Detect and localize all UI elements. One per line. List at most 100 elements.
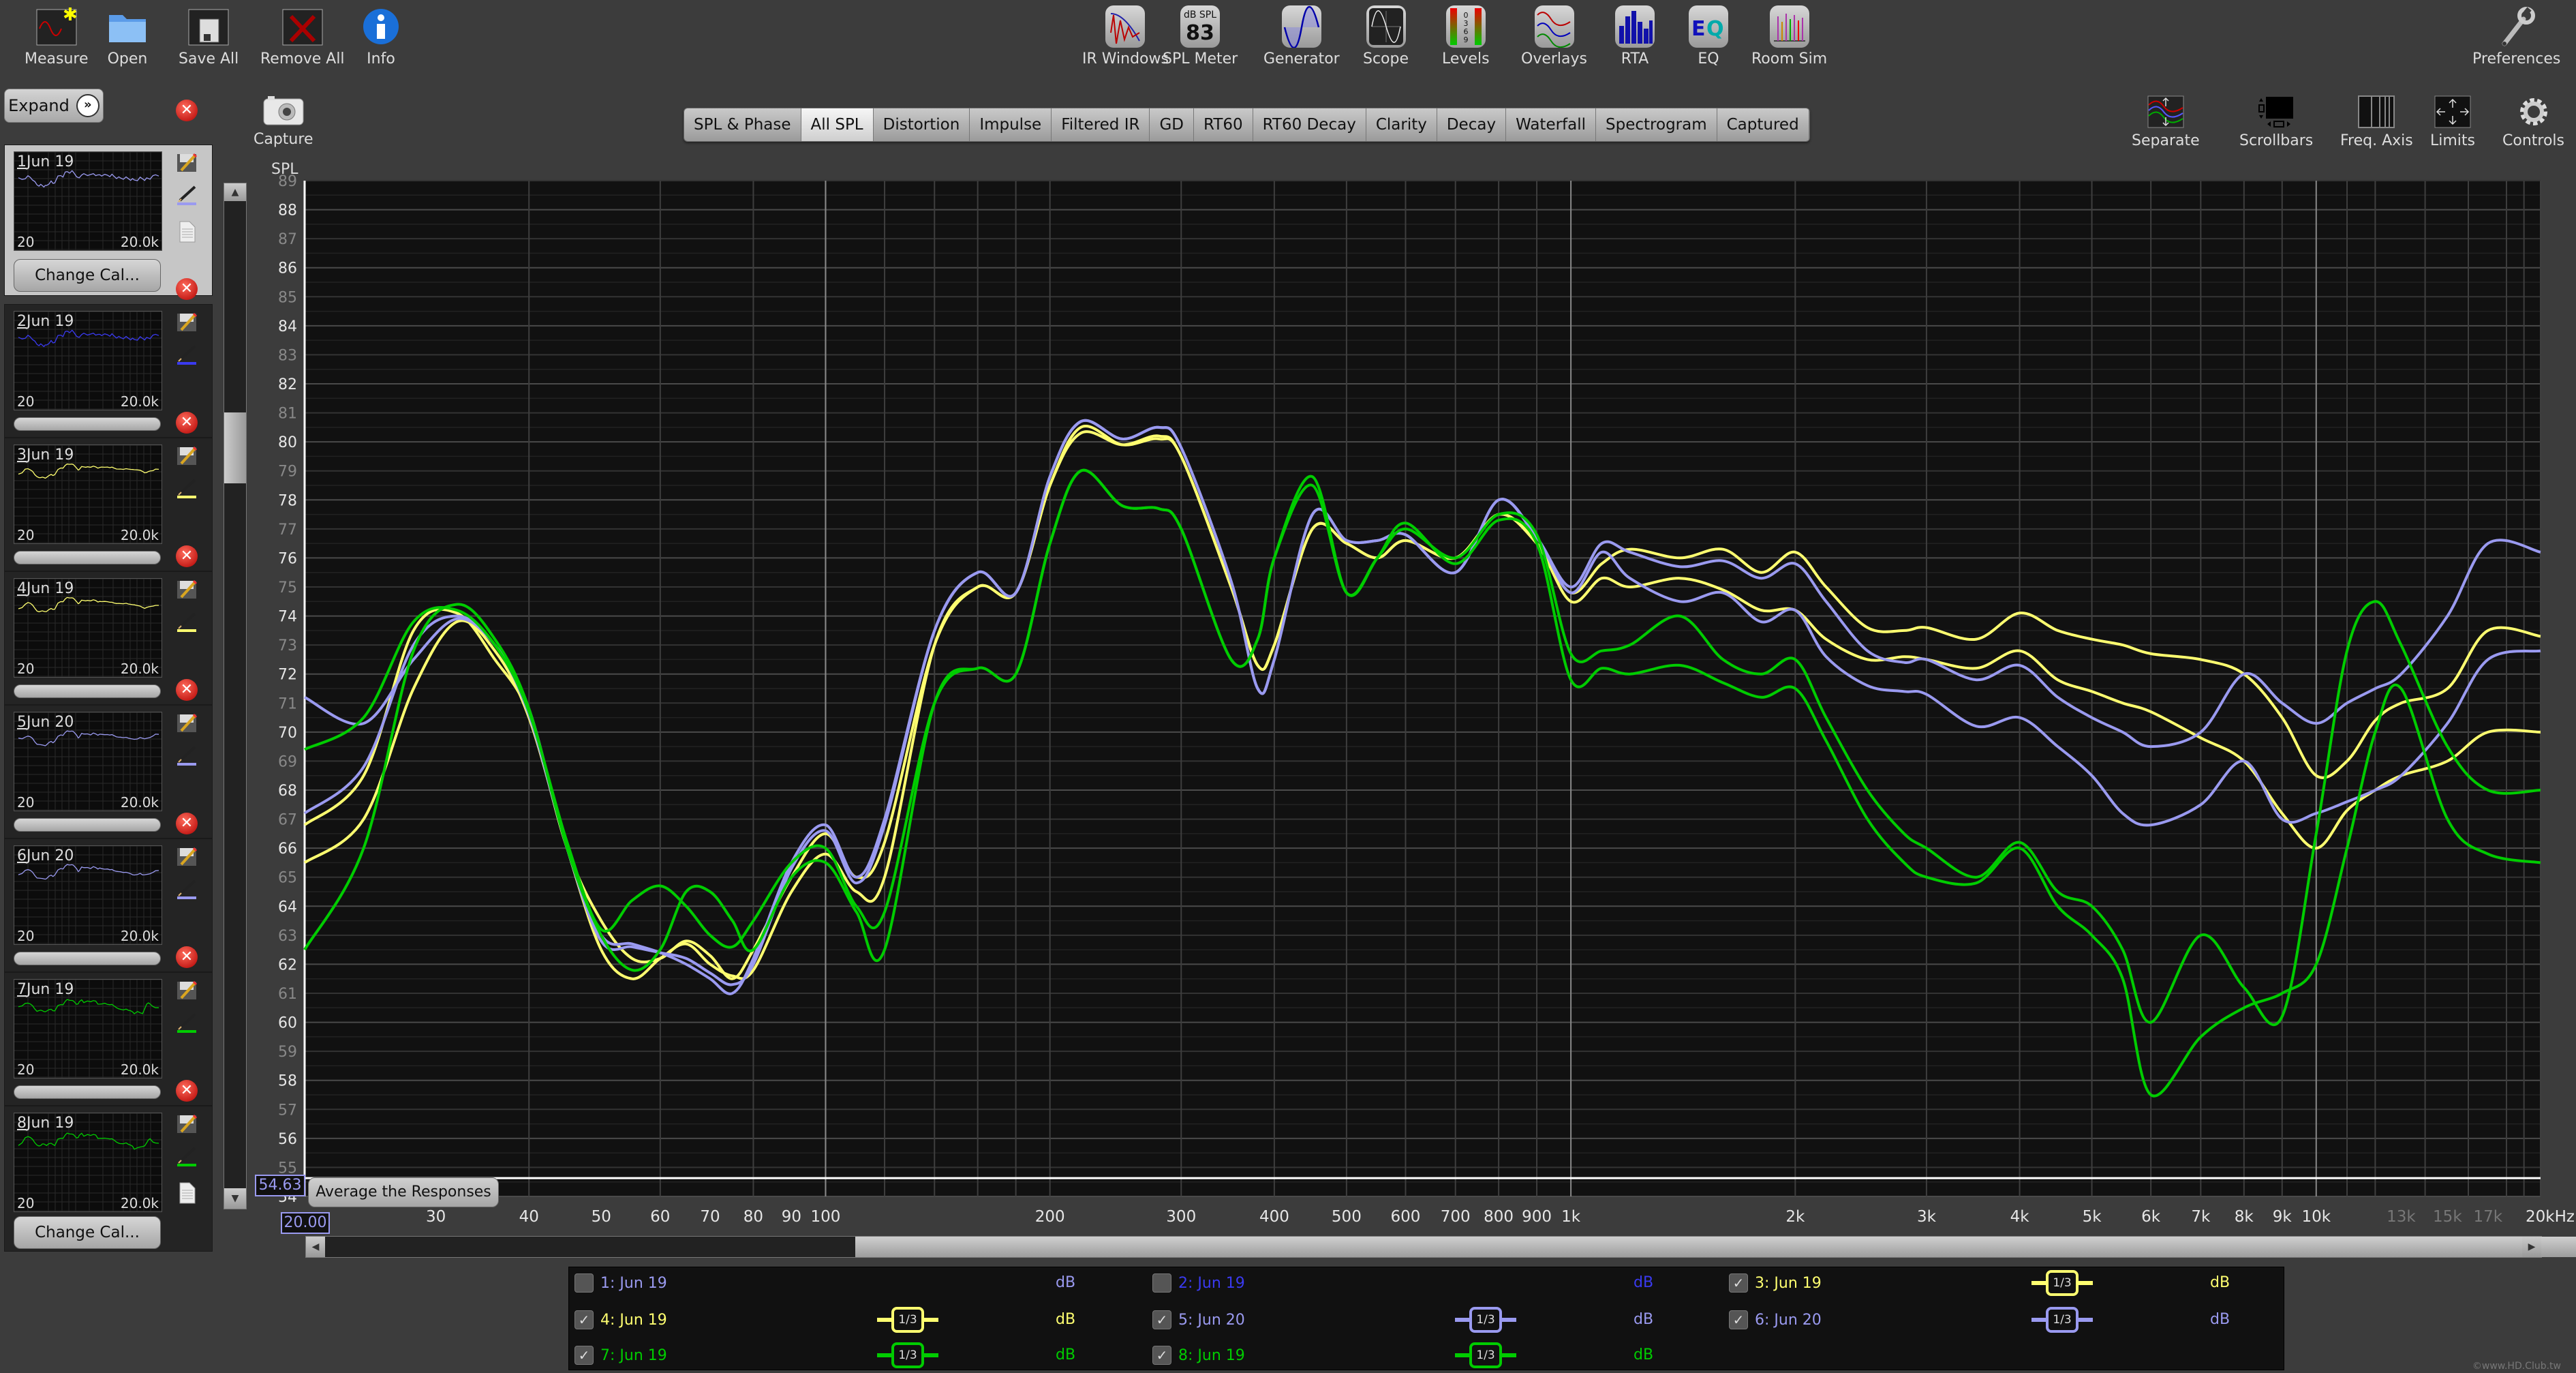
y-tick-label: 78	[278, 492, 297, 509]
scroll-left-button[interactable]: ◀	[306, 1237, 325, 1257]
legend-panel: 1: Jun 19 dB 2: Jun 19 dB ✓ 3: Jun 19 1/3 dB ✓ 4:…	[568, 1267, 2284, 1370]
legend-unit: dB	[1056, 1346, 1076, 1363]
y-tick-label: 85	[278, 289, 297, 306]
y-tick-label: 61	[278, 986, 297, 1003]
smoothing-selector[interactable]: 1/3	[2031, 1307, 2093, 1333]
smoothing-value: 1/3	[2046, 1270, 2079, 1296]
x-tick-label: 60	[650, 1208, 670, 1226]
legend-unit: dB	[2210, 1274, 2230, 1291]
smoothing-value: 1/3	[1469, 1307, 1502, 1333]
legend-label: 4: Jun 19	[600, 1311, 667, 1329]
y-tick-label: 87	[278, 231, 297, 248]
x-tick-label: 2k	[1785, 1208, 1805, 1226]
x-tick-label: 13k	[2387, 1208, 2416, 1226]
x-tick-label: 17k	[2474, 1208, 2503, 1226]
y-tick-label: 57	[278, 1102, 297, 1119]
x-tick-label: 6k	[2141, 1208, 2161, 1226]
legend-item: 1: Jun 19	[574, 1273, 667, 1293]
smoothing-value: 1/3	[1469, 1342, 1502, 1368]
legend-checkbox[interactable]: ✓	[574, 1310, 594, 1329]
legend-checkbox[interactable]: ✓	[574, 1346, 594, 1365]
horizontal-scrollbar[interactable]: ◀ ▶	[305, 1236, 2576, 1258]
smoothing-bar	[924, 1318, 938, 1322]
legend-label: 8: Jun 19	[1178, 1346, 1245, 1364]
legend-checkbox[interactable]: ✓	[1729, 1273, 1748, 1293]
smoothing-selector[interactable]: 1/3	[2031, 1270, 2093, 1296]
legend-item: ✓ 8: Jun 19	[1152, 1345, 1245, 1366]
legend-unit: dB	[1056, 1311, 1076, 1328]
smoothing-value: 1/3	[2046, 1307, 2079, 1333]
y-tick-label: 59	[278, 1044, 297, 1061]
x-tick-label: 30	[426, 1208, 446, 1226]
y-tick-label: 81	[278, 406, 297, 423]
smoothing-bar	[877, 1353, 891, 1357]
smoothing-value: 1/3	[891, 1307, 924, 1333]
legend-item: ✓ 5: Jun 20	[1152, 1310, 1245, 1330]
y-tick-label: 62	[278, 956, 297, 974]
smoothing-bar	[1455, 1318, 1469, 1322]
x-tick-label: 4k	[2010, 1208, 2030, 1226]
spl-chart[interactable]: 5455565758596061626364656667686970717273…	[0, 0, 2576, 1268]
legend-checkbox[interactable]: ✓	[1729, 1310, 1748, 1329]
y-tick-label: 83	[278, 347, 297, 364]
x-tick-label: 7k	[2191, 1208, 2211, 1226]
y-tick-label: 70	[278, 725, 297, 742]
y-tick-label: 77	[278, 522, 297, 539]
x-tick-label: 8k	[2235, 1208, 2254, 1226]
x-tick-label: 40	[519, 1208, 539, 1226]
x-tick-label: 9k	[2273, 1208, 2293, 1226]
smoothing-value: 1/3	[891, 1342, 924, 1368]
legend-item: ✓ 7: Jun 19	[574, 1345, 667, 1366]
smoothing-bar	[1502, 1353, 1516, 1357]
smoothing-selector[interactable]: 1/3	[1455, 1307, 1516, 1333]
scroll-right-button[interactable]: ▶	[2522, 1237, 2541, 1257]
x-tick-label: 400	[1259, 1208, 1289, 1226]
x-tick-label: 300	[1166, 1208, 1196, 1226]
y-tick-label: 84	[278, 318, 297, 335]
legend-unit: dB	[1634, 1311, 1654, 1328]
x-tick-label: 700	[1441, 1208, 1471, 1226]
x-tick-label: 800	[1484, 1208, 1514, 1226]
x-tick-label: 15k	[2433, 1208, 2462, 1226]
legend-label: 2: Jun 19	[1178, 1274, 1245, 1292]
legend-checkbox[interactable]: ✓	[1152, 1310, 1171, 1329]
legend-checkbox[interactable]: ✓	[1152, 1346, 1171, 1365]
legend-label: 1: Jun 19	[600, 1274, 667, 1292]
smoothing-bar	[2079, 1318, 2093, 1322]
horizontal-scroll-thumb[interactable]	[855, 1237, 2576, 1257]
y-tick-label: 88	[278, 202, 297, 220]
smoothing-bar	[1455, 1353, 1469, 1357]
y-tick-label: 72	[278, 667, 297, 684]
smoothing-bar	[1502, 1318, 1516, 1322]
legend-label: 6: Jun 20	[1755, 1311, 1822, 1329]
x-tick-label: 70	[700, 1208, 720, 1226]
y-tick-label: 58	[278, 1073, 297, 1090]
smoothing-bar	[877, 1318, 891, 1322]
smoothing-bar	[2031, 1318, 2046, 1322]
y-tick-label: 71	[278, 695, 297, 712]
y-tick-label: 80	[278, 434, 297, 451]
legend-checkbox[interactable]	[1152, 1273, 1171, 1293]
x-tick-label: 900	[1522, 1208, 1552, 1226]
legend-checkbox[interactable]	[574, 1273, 594, 1293]
legend-item: ✓ 4: Jun 19	[574, 1310, 667, 1330]
x-tick-label: 200	[1035, 1208, 1065, 1226]
legend-item: 2: Jun 19	[1152, 1273, 1245, 1293]
smoothing-selector[interactable]: 1/3	[877, 1307, 938, 1333]
y-tick-label: 86	[278, 260, 297, 277]
y-tick-label: 89	[278, 173, 297, 190]
y-tick-label: 56	[278, 1131, 297, 1148]
freq-cursor-readout: 20.00	[281, 1212, 330, 1234]
x-tick-label: 10k	[2301, 1208, 2331, 1226]
x-tick-label: 90	[782, 1208, 801, 1226]
x-tick-label: 600	[1391, 1208, 1421, 1226]
y-tick-label: 63	[278, 928, 297, 945]
x-tick-label: 20kHz	[2526, 1208, 2575, 1226]
x-tick-label: 5k	[2083, 1208, 2102, 1226]
smoothing-selector[interactable]: 1/3	[1455, 1342, 1516, 1368]
legend-label: 3: Jun 19	[1755, 1274, 1822, 1292]
smoothing-selector[interactable]: 1/3	[877, 1342, 938, 1368]
average-responses-button[interactable]: Average the Responses	[308, 1177, 499, 1207]
legend-unit: dB	[1056, 1274, 1076, 1291]
y-tick-label: 68	[278, 783, 297, 800]
